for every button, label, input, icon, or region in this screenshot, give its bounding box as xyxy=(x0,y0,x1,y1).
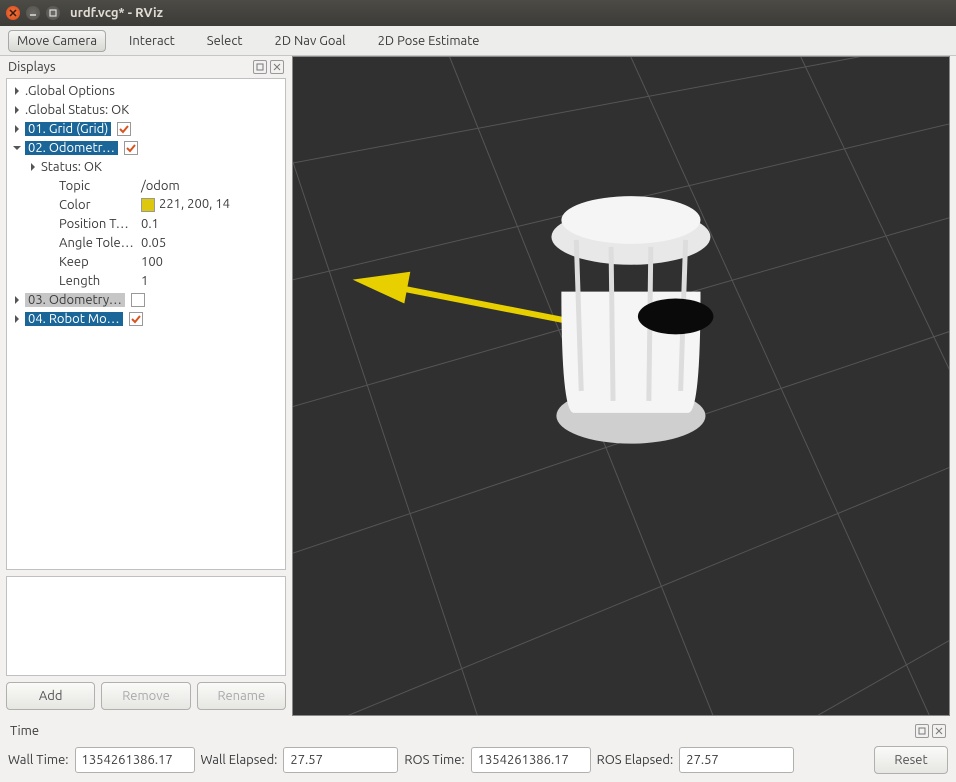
property-length[interactable]: Length1 xyxy=(7,271,285,290)
color-swatch xyxy=(141,198,155,212)
window-close-button[interactable] xyxy=(6,6,20,20)
expand-icon[interactable] xyxy=(11,123,23,135)
3d-viewport[interactable] xyxy=(292,56,950,716)
window-title: urdf.vcg* - RViz xyxy=(70,6,163,20)
select-button[interactable]: Select xyxy=(198,30,252,52)
remove-button[interactable]: Remove xyxy=(101,682,190,710)
expand-icon[interactable] xyxy=(11,313,23,325)
nav-goal-button[interactable]: 2D Nav Goal xyxy=(266,30,355,52)
window-minimize-button[interactable] xyxy=(26,6,40,20)
time-panel: Time Wall Time: 1354261386.17 Wall Elaps… xyxy=(0,716,956,782)
property-angle-tolerance[interactable]: Angle Tole…0.05 xyxy=(7,233,285,252)
ros-elapsed-field[interactable]: 27.57 xyxy=(679,747,794,773)
displays-panel: Displays .Global Options .Global Status:… xyxy=(6,56,286,716)
wall-elapsed-field[interactable]: 27.57 xyxy=(283,747,398,773)
collapse-icon[interactable] xyxy=(11,142,23,154)
tree-item-global-status[interactable]: .Global Status: OK xyxy=(7,100,285,119)
add-button[interactable]: Add xyxy=(6,682,95,710)
wall-time-field[interactable]: 1354261386.17 xyxy=(75,747,195,773)
tree-item-03-odometry[interactable]: 03. Odometry… xyxy=(7,290,285,309)
time-title: Time xyxy=(10,724,912,738)
checkbox-robot-model[interactable] xyxy=(129,312,143,326)
wall-time-label: Wall Time: xyxy=(8,753,69,767)
property-keep[interactable]: Keep100 xyxy=(7,252,285,271)
toolbar: Move Camera Interact Select 2D Nav Goal … xyxy=(0,26,956,56)
scene-render xyxy=(293,57,949,715)
reset-button[interactable]: Reset xyxy=(874,746,948,774)
displays-tree[interactable]: .Global Options .Global Status: OK 01. G… xyxy=(6,78,286,570)
checkbox-odometry-2[interactable] xyxy=(131,293,145,307)
ros-time-field[interactable]: 1354261386.17 xyxy=(471,747,591,773)
tree-item-02-odometry[interactable]: 02. Odometr… xyxy=(7,138,285,157)
expand-icon[interactable] xyxy=(11,104,23,116)
expand-icon[interactable] xyxy=(11,85,23,97)
checkbox-odometry[interactable] xyxy=(124,141,138,155)
property-topic[interactable]: Topic/odom xyxy=(7,176,285,195)
close-panel-icon[interactable] xyxy=(932,724,946,738)
description-panel xyxy=(6,576,286,676)
property-position-tolerance[interactable]: Position T…0.1 xyxy=(7,214,285,233)
title-bar: urdf.vcg* - RViz xyxy=(0,0,956,26)
interact-button[interactable]: Interact xyxy=(120,30,184,52)
tree-item-global-options[interactable]: .Global Options xyxy=(7,81,285,100)
tree-item-04-robot-model[interactable]: 04. Robot Mo… xyxy=(7,309,285,328)
tree-item-01-grid[interactable]: 01. Grid (Grid) xyxy=(7,119,285,138)
close-panel-icon[interactable] xyxy=(270,60,284,74)
pose-estimate-button[interactable]: 2D Pose Estimate xyxy=(369,30,489,52)
move-camera-button[interactable]: Move Camera xyxy=(8,30,106,52)
wall-elapsed-label: Wall Elapsed: xyxy=(201,753,278,767)
checkbox-grid[interactable] xyxy=(117,122,131,136)
displays-title: Displays xyxy=(8,60,250,74)
property-color[interactable]: Color221, 200, 14 xyxy=(7,195,285,214)
expand-icon[interactable] xyxy=(27,161,39,173)
dock-icon[interactable] xyxy=(915,724,929,738)
window-maximize-button[interactable] xyxy=(46,6,60,20)
ros-elapsed-label: ROS Elapsed: xyxy=(597,753,674,767)
ros-time-label: ROS Time: xyxy=(404,753,464,767)
robot-model xyxy=(551,196,713,443)
rename-button[interactable]: Rename xyxy=(197,682,286,710)
expand-icon[interactable] xyxy=(11,294,23,306)
tree-item-status[interactable]: Status: OK xyxy=(7,157,285,176)
dock-icon[interactable] xyxy=(253,60,267,74)
